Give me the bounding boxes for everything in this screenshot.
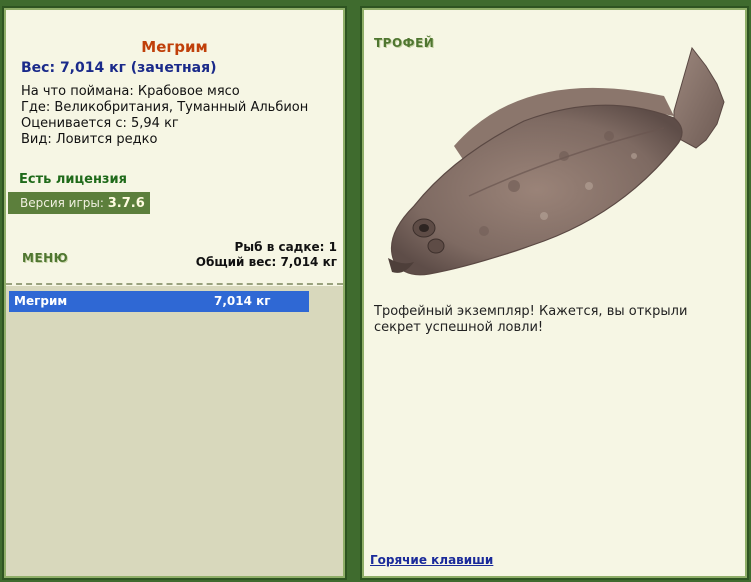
fish-kind: Вид: Ловится редко	[21, 132, 158, 147]
keepnet-stats: Рыб в садке: 1 Общий вес: 7,014 кг	[196, 240, 337, 270]
keepnet-count: Рыб в садке: 1	[234, 240, 338, 254]
fish-location: Где: Великобритания, Туманный Альбион	[21, 100, 309, 115]
megrim-fish-image	[388, 46, 725, 276]
fish-bait: На что поймана: Крабовое мясо	[21, 84, 240, 99]
fish-name: Мегрим	[141, 38, 208, 56]
game-version: Версия игры: 3.7.6	[8, 192, 150, 214]
divider	[6, 283, 343, 285]
keepnet-total-weight: Общий вес: 7,014 кг	[195, 255, 337, 269]
trophy-panel: ТРОФЕЙ Трофейный экземпляр! Кажется, вы …	[360, 6, 749, 580]
version-label: Версия игры:	[20, 196, 104, 210]
catch-fish-weight: 7,014 кг	[214, 294, 271, 308]
trophy-message: Трофейный экземпляр! Кажется, вы открыли…	[374, 304, 688, 335]
license-status: Есть лицензия	[19, 172, 127, 187]
trophy-title: ТРОФЕЙ	[374, 36, 435, 50]
catch-list-item[interactable]: Мегрим 7,014 кг	[9, 291, 309, 312]
fish-info-panel: Мегрим Вес: 7,014 кг (зачетная) На что п…	[2, 6, 347, 580]
fish-valued-from: Оценивается с: 5,94 кг	[21, 116, 179, 131]
menu-button[interactable]: МЕНЮ	[22, 251, 68, 265]
catch-list: Мегрим 7,014 кг	[6, 286, 343, 576]
fish-weight: Вес: 7,014 кг (зачетная)	[21, 60, 217, 76]
catch-fish-name: Мегрим	[14, 294, 68, 308]
hotkeys-link[interactable]: Горячие клавиши	[370, 553, 493, 567]
version-value: 3.7.6	[107, 196, 145, 211]
